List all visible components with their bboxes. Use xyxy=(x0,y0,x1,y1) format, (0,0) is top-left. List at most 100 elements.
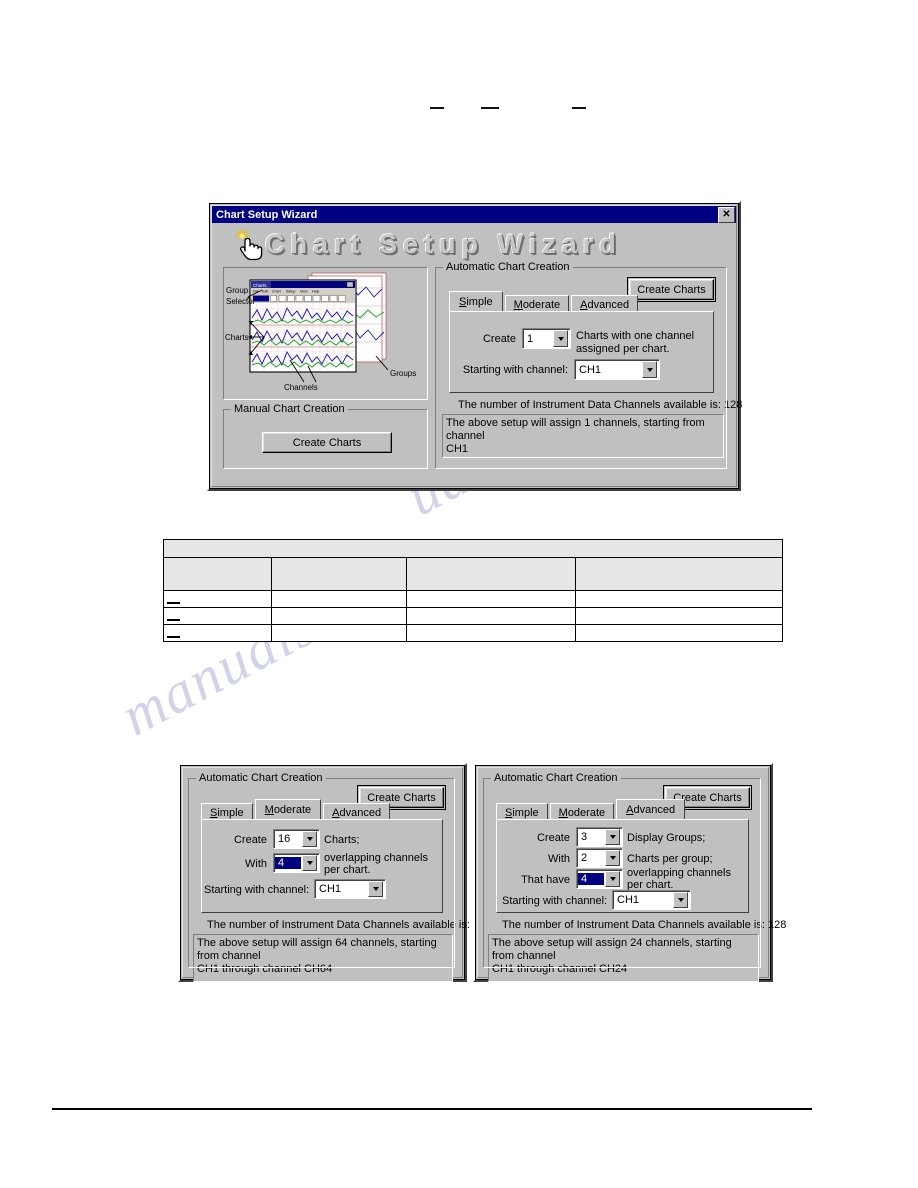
manual-group-label: Manual Chart Creation xyxy=(231,403,348,415)
advanced-thathave-combo[interactable]: 4 xyxy=(576,869,623,889)
advanced-with-combo[interactable]: 2 xyxy=(576,848,623,868)
moderate-starting-combo[interactable]: CH1 xyxy=(314,879,386,899)
table-band-cell xyxy=(163,539,783,558)
starting-channel-combo[interactable]: CH1 xyxy=(574,359,660,380)
advanced-panel-dialog[interactable]: Automatic Chart Creation Create Charts S… xyxy=(473,763,786,982)
moderate-with-suffix-line2: per chart. xyxy=(324,864,371,876)
starting-channel-label: Starting with channel: xyxy=(462,364,568,376)
manual-create-charts-button[interactable]: Create Charts xyxy=(262,432,392,453)
moderate-with-combo[interactable]: 4 xyxy=(273,853,320,873)
table-row xyxy=(163,624,783,642)
header-mark-2 xyxy=(481,107,499,109)
summary-line-2: CH1 xyxy=(446,443,469,455)
footer-rule xyxy=(52,1108,812,1110)
advanced-summary-readout: The above setup will assign 24 channels,… xyxy=(488,934,759,982)
tab-moderate-label: oderate xyxy=(567,806,606,819)
advanced-tabs[interactable]: Simple Moderate Advanced xyxy=(496,799,687,821)
header-mark-3 xyxy=(572,107,586,109)
row-dash-icon xyxy=(167,602,180,605)
tab-moderate[interactable]: Moderate xyxy=(254,799,322,819)
chevron-down-icon[interactable] xyxy=(368,881,383,897)
moderate-starting-value: CH1 xyxy=(319,883,342,895)
chevron-down-icon[interactable] xyxy=(642,361,657,378)
svg-text:Chart: Chart xyxy=(272,290,281,294)
table-row xyxy=(163,607,783,625)
table-cell xyxy=(271,624,407,642)
chevron-down-icon[interactable] xyxy=(605,829,620,845)
moderate-summary-readout: The above setup will assign 64 channels,… xyxy=(193,934,453,982)
table-col-header-1 xyxy=(163,557,272,591)
moderate-summary-line-1: The above setup will assign 64 channels,… xyxy=(197,937,437,962)
moderate-group: Automatic Chart Creation Create Charts S… xyxy=(188,772,491,982)
auto-create-charts-button[interactable]: Create Charts xyxy=(627,277,716,302)
advanced-thathave-value: 4 xyxy=(578,873,604,885)
callout-groups: Groups xyxy=(390,369,416,378)
moderate-create-label: Create xyxy=(233,834,267,846)
document-page: ualshive.com manualshive Chart Setup Wiz… xyxy=(0,0,918,1188)
moderate-with-value: 4 xyxy=(275,857,301,869)
advanced-starting-combo[interactable]: CH1 xyxy=(612,890,691,910)
dialog-title: Chart Setup Wizard xyxy=(216,208,318,221)
tab-simple-label: imple xyxy=(466,295,493,308)
table-row xyxy=(163,590,783,608)
chevron-down-icon[interactable] xyxy=(605,871,620,887)
tab-simple[interactable]: Simple xyxy=(449,291,503,311)
advanced-create-label: Create xyxy=(536,832,570,844)
chevron-down-icon[interactable] xyxy=(302,855,317,871)
table-cell xyxy=(163,607,272,625)
advanced-group: Automatic Chart Creation Create Charts S… xyxy=(483,772,786,982)
chart-setup-wizard-dialog[interactable]: Chart Setup Wizard ✕ Chart Setup Wizard xyxy=(207,201,742,491)
tab-advanced[interactable]: Advanced xyxy=(616,799,686,819)
callout-charts: Charts xyxy=(225,333,249,342)
summary-line-1: The above setup will assign 1 channels, … xyxy=(446,417,705,442)
advanced-tab-body: Create 3 Display Groups; With 2 Charts p… xyxy=(496,819,749,913)
moderate-tabs[interactable]: Simple Moderate Advanced xyxy=(201,799,392,821)
table-col-header-3 xyxy=(406,557,576,591)
advanced-thathave-label: That have xyxy=(521,874,570,886)
moderate-panel-dialog[interactable]: Automatic Chart Creation Create Charts S… xyxy=(178,763,491,982)
create-count-value: 1 xyxy=(527,332,534,345)
callout-channels: Channels xyxy=(284,383,318,392)
tab-simple-label: imple xyxy=(512,806,539,819)
table-col-header-2 xyxy=(271,557,407,591)
create-label: Create xyxy=(482,333,516,345)
chevron-down-icon[interactable] xyxy=(302,831,317,847)
moderate-tab-body: Create 16 Charts; With 4 overlapping cha… xyxy=(201,819,443,913)
create-count-combo[interactable]: 1 xyxy=(522,328,571,349)
advanced-with-suffix: Charts per group; xyxy=(627,853,713,865)
moderate-starting-label: Starting with channel: xyxy=(204,884,310,896)
close-icon[interactable]: ✕ xyxy=(718,206,735,223)
starting-channel-value: CH1 xyxy=(579,363,602,376)
header-mark-1 xyxy=(430,107,444,109)
callout-selector: Selector xyxy=(226,297,256,306)
svg-text:View: View xyxy=(300,290,308,294)
chevron-down-icon[interactable] xyxy=(673,892,688,908)
chart-concept-illustration: Charts File Edit Chart Setup View Help G… xyxy=(224,268,425,397)
chevron-down-icon[interactable] xyxy=(553,330,568,347)
moderate-with-label: With xyxy=(245,858,267,870)
table-cell xyxy=(406,590,576,608)
chevron-down-icon[interactable] xyxy=(605,850,620,866)
advanced-group-label: Automatic Chart Creation xyxy=(491,772,621,784)
advanced-thathave-suffix-line1: overlapping channels xyxy=(627,867,731,879)
advanced-create-combo[interactable]: 3 xyxy=(576,827,623,847)
table-cell xyxy=(575,607,783,625)
create-suffix-line1: Charts with one channel xyxy=(576,330,695,342)
moderate-group-label: Automatic Chart Creation xyxy=(196,772,326,784)
moderate-create-combo[interactable]: 16 xyxy=(273,829,320,849)
moderate-summary-line-2: CH1 through channel CH64 xyxy=(197,963,333,975)
table-cell xyxy=(163,624,272,642)
advanced-with-value: 2 xyxy=(581,852,588,864)
wand-cursor-icon xyxy=(233,229,269,261)
advanced-summary-line-2: CH1 through channel CH24 xyxy=(492,963,628,975)
create-suffix-line2: assigned per chart. xyxy=(576,343,670,355)
advanced-create-suffix: Display Groups; xyxy=(627,832,706,844)
auto-tabs[interactable]: Simple Moderate Advanced xyxy=(449,291,640,313)
advanced-create-value: 3 xyxy=(581,831,588,843)
moderate-with-suffix-line1: overlapping channels xyxy=(324,852,428,864)
tab-moderate-label: oderate xyxy=(273,803,312,816)
table-cell xyxy=(406,624,576,642)
advanced-starting-label: Starting with channel: xyxy=(502,895,608,907)
dialog-titlebar[interactable]: Chart Setup Wizard ✕ xyxy=(212,206,736,223)
automatic-chart-creation-group: Automatic Chart Creation Create Charts S… xyxy=(435,261,742,469)
